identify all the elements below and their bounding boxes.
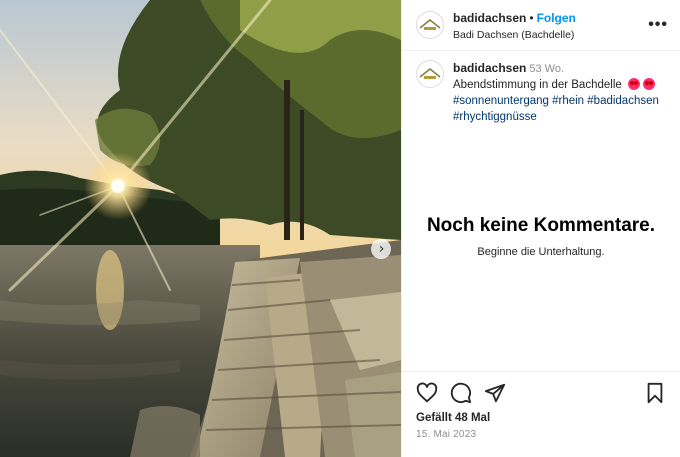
post-age: 53 Wo. <box>529 63 565 75</box>
next-image-button[interactable]: › <box>371 239 391 259</box>
separator-dot: • <box>529 10 534 25</box>
badi-logo-icon <box>419 19 441 30</box>
likes-count[interactable]: Gefällt 48 Mal <box>416 412 666 424</box>
comment-icon[interactable] <box>450 382 472 404</box>
empty-subtitle: Beginne die Unterhaltung. <box>477 245 605 258</box>
caption-text: Abendstimmung in der Bachdelle <box>453 79 622 91</box>
heart-eyes-emoji-icon <box>642 78 655 90</box>
follow-button[interactable]: Folgen <box>537 11 576 25</box>
post-header: badidachsen • Folgen Badi Dachsen (Bachdel… <box>402 0 680 51</box>
caption-avatar[interactable] <box>416 60 444 88</box>
heart-eyes-emoji-icon <box>627 78 640 90</box>
avatar[interactable] <box>416 11 444 39</box>
caption-username[interactable]: badidachsen <box>453 61 526 75</box>
action-bar: Gefällt 48 Mal 15. Mai 2023 <box>402 371 680 457</box>
action-icons <box>416 382 666 404</box>
bookmark-icon[interactable] <box>644 382 666 404</box>
post-photo[interactable]: › <box>0 0 401 457</box>
caption-hashtags[interactable]: #sonnenuntergang #rhein #badidachsen #rh… <box>453 95 659 123</box>
instagram-post: › badidachsen • Folgen Badi Dachsen (Bachd… <box>0 0 680 457</box>
caption: badidachsen 53 Wo. Abendstimmung in der B… <box>402 51 680 125</box>
header-username[interactable]: badidachsen <box>453 11 526 25</box>
more-options-icon[interactable]: ••• <box>648 16 668 34</box>
empty-title: Noch keine Kommentare. <box>426 214 656 236</box>
location-link[interactable]: Badi Dachsen (Bachdelle) <box>453 29 648 43</box>
header-names: badidachsen • Folgen Badi Dachsen (Bachdel… <box>453 8 648 42</box>
sunset-river-photo <box>0 0 401 457</box>
heart-icon[interactable] <box>416 382 438 404</box>
comments-empty-state: Noch keine Kommentare. Beginne die Unter… <box>402 125 680 371</box>
chevron-right-icon: › <box>378 241 385 257</box>
caption-body: badidachsen 53 Wo. Abendstimmung in der B… <box>453 60 668 125</box>
badi-logo-icon <box>419 68 441 79</box>
post-date[interactable]: 15. Mai 2023 <box>416 429 666 440</box>
post-sidebar: badidachsen • Folgen Badi Dachsen (Bachdel… <box>401 0 680 457</box>
share-icon[interactable] <box>484 382 506 404</box>
